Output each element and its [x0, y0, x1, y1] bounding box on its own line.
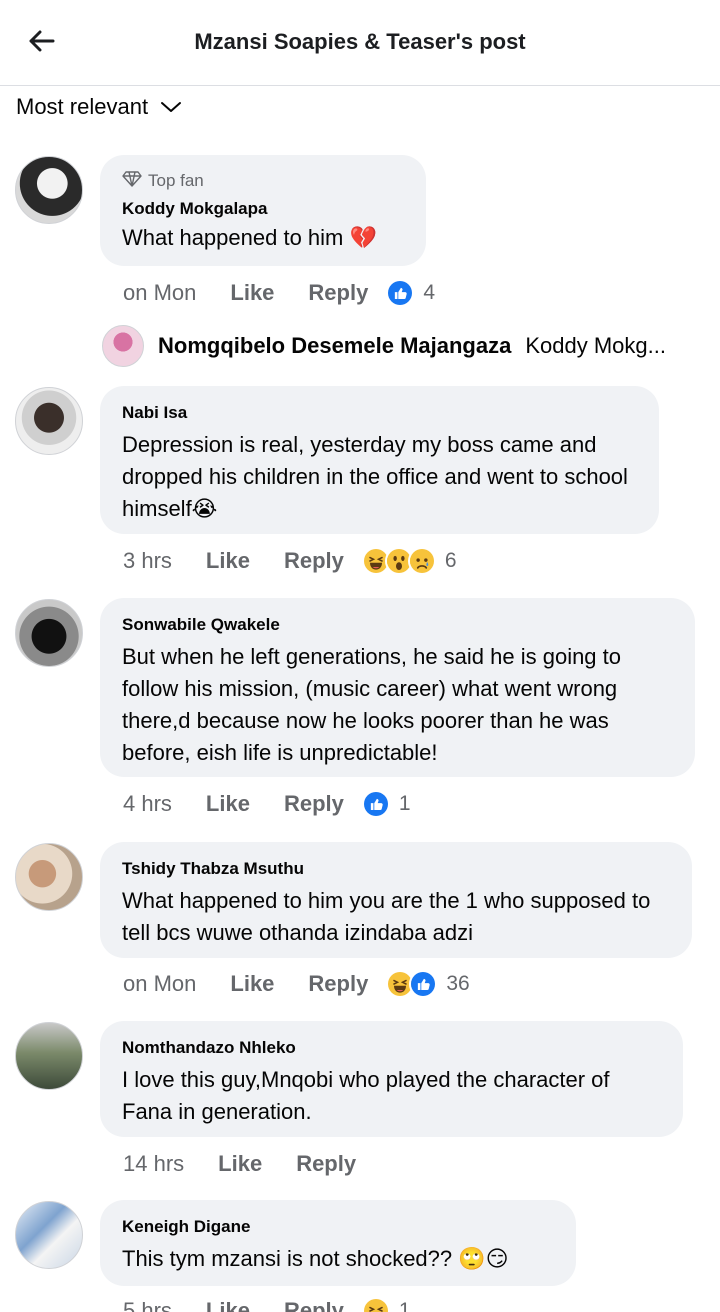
sad-reaction-icon	[407, 547, 436, 575]
avatar[interactable]	[15, 156, 83, 224]
comment-actions: 4 hrs Like Reply 1	[123, 787, 411, 821]
reaction-summary[interactable]: 1	[361, 790, 411, 818]
comment-actions: 3 hrs Like Reply 6	[123, 544, 457, 578]
reaction-count: 6	[444, 549, 457, 572]
reaction-count: 36	[446, 972, 470, 995]
comment-author[interactable]: Keneigh Digane	[122, 1216, 554, 1238]
reply-button[interactable]: Reply	[308, 280, 368, 306]
comment-author[interactable]: Sonwabile Qwakele	[122, 614, 673, 636]
comment-author[interactable]: Koddy Mokgalapa	[122, 198, 404, 220]
comment-text: What happened to him you are the 1 who s…	[122, 888, 651, 945]
like-reaction-icon	[386, 279, 415, 307]
comment-actions: 5 hrs Like Reply 1	[123, 1294, 411, 1312]
comment-actions: on Mon Like Reply 36	[123, 967, 470, 1001]
avatar	[102, 325, 144, 367]
reply-snippet: Koddy Mokg...	[525, 333, 666, 358]
avatar[interactable]	[15, 1201, 83, 1269]
comment-bubble: Sonwabile Qwakele But when he left gener…	[100, 598, 695, 777]
reaction-count: 4	[423, 281, 436, 304]
comment-bubble: Nomthandazo Nhleko I love this guy,Mnqob…	[100, 1021, 683, 1137]
reply-button[interactable]: Reply	[284, 548, 344, 574]
comment-text: This tym mzansi is not shocked?? 🙄😏	[122, 1246, 509, 1271]
avatar[interactable]	[15, 843, 83, 911]
comment-bubble: Nabi Isa Depression is real, yesterday m…	[100, 386, 659, 534]
avatar[interactable]	[15, 387, 83, 455]
like-reaction-icon	[361, 790, 390, 818]
comment-time[interactable]: 4 hrs	[123, 791, 172, 817]
comment-bubble: Top fan Koddy Mokgalapa What happened to…	[100, 155, 426, 266]
comment-author[interactable]: Nomthandazo Nhleko	[122, 1037, 661, 1059]
comment-text: But when he left generations, he said he…	[122, 644, 622, 765]
avatar[interactable]	[15, 599, 83, 667]
comment-author[interactable]: Tshidy Thabza Msuthu	[122, 858, 670, 880]
chevron-down-icon	[160, 100, 182, 114]
reaction-count: 1	[398, 792, 411, 815]
badge-label: Top fan	[148, 171, 204, 190]
comment-text: Depression is real, yesterday my boss ca…	[122, 432, 628, 521]
comment-time[interactable]: 3 hrs	[123, 548, 172, 574]
sort-label: Most relevant	[16, 94, 149, 119]
like-button[interactable]: Like	[206, 791, 250, 817]
comment-time[interactable]: 14 hrs	[123, 1151, 184, 1177]
sort-dropdown[interactable]: Most relevant	[16, 92, 182, 122]
comment-time[interactable]: 5 hrs	[123, 1298, 172, 1312]
like-button[interactable]: Like	[230, 971, 274, 997]
comment-text: I love this guy,Mnqobi who played the ch…	[122, 1067, 610, 1124]
comment-bubble: Keneigh Digane This tym mzansi is not sh…	[100, 1200, 576, 1286]
reply-button[interactable]: Reply	[308, 971, 368, 997]
comment-author[interactable]: Nabi Isa	[122, 402, 637, 424]
page-title: Mzansi Soapies & Teaser's post	[194, 29, 526, 54]
like-button[interactable]: Like	[230, 280, 274, 306]
comment-time[interactable]: on Mon	[123, 971, 196, 997]
reaction-count: 1	[398, 1299, 411, 1312]
reply-button[interactable]: Reply	[284, 1298, 344, 1312]
like-button[interactable]: Like	[218, 1151, 262, 1177]
reaction-summary[interactable]: 6	[361, 547, 457, 575]
reply-author: Nomgqibelo Desemele Majangaza	[158, 333, 512, 358]
haha-reaction-icon	[361, 1297, 390, 1312]
like-button[interactable]: Like	[206, 548, 250, 574]
reply-button[interactable]: Reply	[296, 1151, 356, 1177]
like-button[interactable]: Like	[206, 1298, 250, 1312]
top-fan-badge: Top fan	[122, 170, 404, 192]
like-reaction-icon	[409, 970, 438, 998]
comment-text: What happened to him 💔	[122, 225, 377, 250]
reply-preview[interactable]: Nomgqibelo Desemele Majangaza Koddy Mokg…	[102, 324, 666, 368]
comment-actions: 14 hrs Like Reply	[123, 1147, 356, 1181]
avatar[interactable]	[15, 1022, 83, 1090]
reaction-summary[interactable]: 4	[386, 279, 435, 307]
reaction-summary[interactable]: 36	[386, 970, 470, 998]
comment-time[interactable]: on Mon	[123, 280, 196, 306]
comment-bubble: Tshidy Thabza Msuthu What happened to hi…	[100, 842, 692, 958]
app-header: Mzansi Soapies & Teaser's post	[0, 0, 720, 86]
diamond-icon	[122, 170, 142, 192]
reaction-summary[interactable]: 1	[361, 1297, 411, 1312]
reply-button[interactable]: Reply	[284, 791, 344, 817]
comment-actions: on Mon Like Reply 4	[123, 276, 435, 310]
